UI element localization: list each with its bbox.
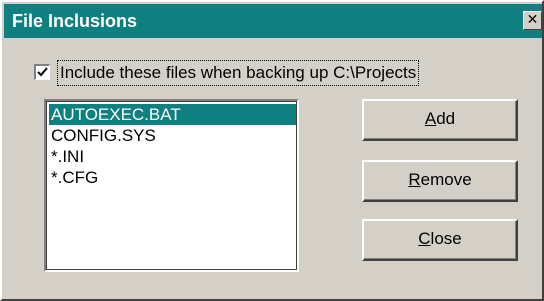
file-list[interactable]: AUTOEXEC.BAT CONFIG.SYS *.INI *.CFG [44, 99, 299, 272]
list-item[interactable]: CONFIG.SYS [49, 125, 296, 146]
add-button[interactable]: Add [362, 99, 518, 141]
remove-button-label: emove [420, 170, 472, 189]
include-files-checkbox[interactable] [34, 64, 50, 80]
add-button-label: dd [436, 109, 456, 128]
list-item[interactable]: *.CFG [49, 167, 296, 188]
remove-button[interactable]: Remove [362, 160, 518, 202]
remove-button-mnemonic: R [408, 170, 421, 189]
add-button-mnemonic: A [424, 109, 437, 128]
title-bar[interactable]: File Inclusions ✕ [4, 4, 542, 38]
list-item[interactable]: AUTOEXEC.BAT [49, 104, 296, 125]
close-button-mnemonic: C [418, 229, 431, 248]
dialog-title: File Inclusions [12, 11, 138, 31]
close-icon: ✕ [526, 12, 539, 28]
close-button[interactable]: Close [362, 219, 518, 261]
file-inclusions-dialog: File Inclusions ✕ Include these files wh… [0, 0, 544, 301]
include-files-label[interactable]: Include these files when backing up C:\P… [57, 60, 420, 86]
close-button-label: lose [430, 229, 462, 248]
close-window-button[interactable]: ✕ [523, 11, 542, 30]
list-item[interactable]: *.INI [49, 146, 296, 167]
checkmark-icon [37, 67, 48, 77]
